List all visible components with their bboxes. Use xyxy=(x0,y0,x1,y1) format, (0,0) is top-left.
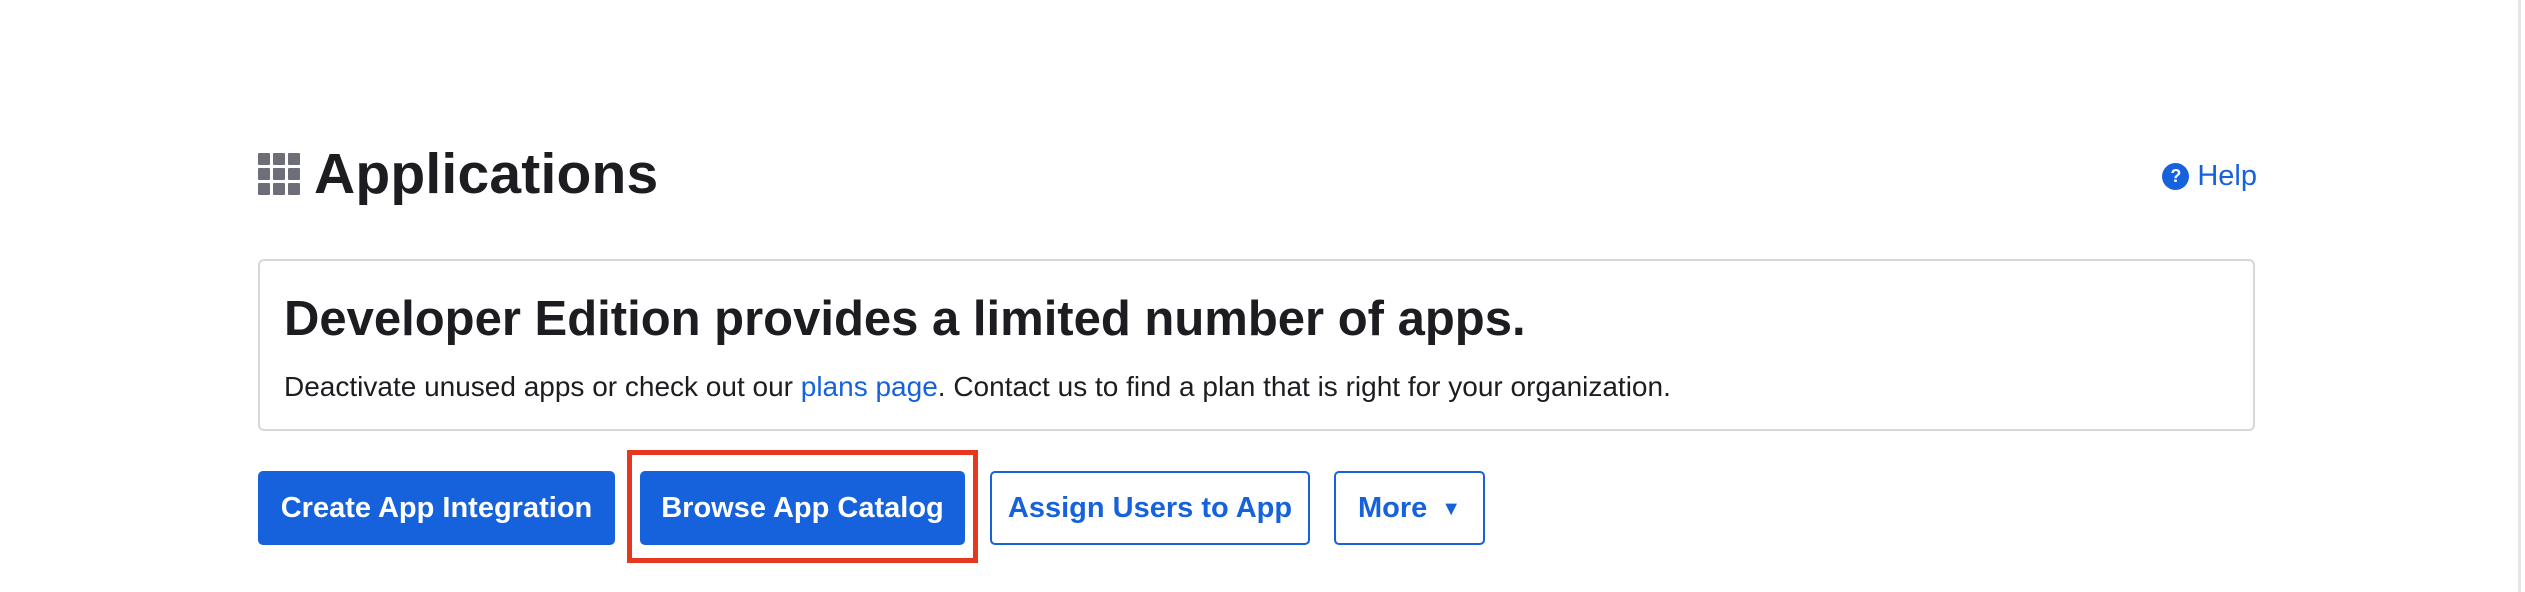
apps-grid-icon xyxy=(258,153,300,195)
page-title: Applications xyxy=(314,142,659,206)
page-header: Applications ? Help xyxy=(258,140,2257,208)
more-label: More xyxy=(1357,491,1428,524)
question-circle-icon: ? xyxy=(2162,162,2190,190)
more-dropdown-button[interactable]: More ▼ xyxy=(1334,471,1485,545)
notice-text-after: . Contact us to find a plan that is righ… xyxy=(937,371,1671,402)
notice-text-before: Deactivate unused apps or check out our xyxy=(284,371,801,402)
applications-page: Applications ? Help Developer Edition pr… xyxy=(0,0,2525,592)
assign-users-to-app-button[interactable]: Assign Users to App xyxy=(990,471,1310,545)
caret-down-icon: ▼ xyxy=(1441,497,1462,520)
plans-page-link[interactable]: plans page xyxy=(801,371,938,402)
browse-app-catalog-button[interactable]: Browse App Catalog xyxy=(640,471,965,545)
notice-heading: Developer Edition provides a limited num… xyxy=(284,292,1526,346)
help-link[interactable]: ? Help xyxy=(2162,160,2257,193)
title-group: Applications xyxy=(258,140,658,208)
scrollbar-edge xyxy=(2518,0,2521,592)
developer-edition-notice: Developer Edition provides a limited num… xyxy=(258,259,2255,431)
notice-body: Deactivate unused apps or check out our … xyxy=(284,367,2253,407)
create-app-integration-button[interactable]: Create App Integration xyxy=(258,471,615,545)
help-label: Help xyxy=(2197,159,2257,192)
